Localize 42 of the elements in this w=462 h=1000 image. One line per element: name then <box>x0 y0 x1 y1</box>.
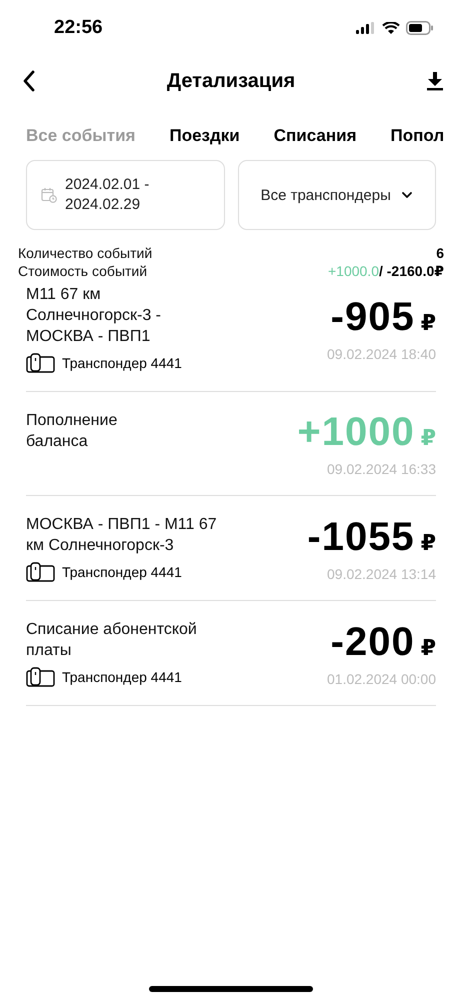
date-range-field[interactable]: 2024.02.01 - 2024.02.29 <box>26 160 224 230</box>
event-datetime: 01.02.2024 00:00 <box>327 670 436 686</box>
income-total: +1000.0 <box>328 262 379 280</box>
summary-label: Количество событий <box>18 244 154 262</box>
event-title: Списание абонентской платы <box>26 620 197 661</box>
transponder-dropdown[interactable]: Все транспондеры <box>238 160 436 230</box>
tab[interactable]: Поездки <box>169 126 240 146</box>
download-button[interactable] <box>424 69 446 93</box>
calendar-icon <box>41 187 57 203</box>
event-title: Пополнение баланса <box>26 411 118 452</box>
transponder-icon <box>26 667 56 687</box>
event-title: М11 67 км Солнечногорск-3 - МОСКВА - ПВП1 <box>26 285 162 347</box>
wifi-icon <box>382 22 400 34</box>
tab[interactable]: Списания <box>274 126 356 146</box>
summary-label: Стоимость событий <box>18 262 148 280</box>
download-icon <box>426 71 444 91</box>
battery-icon <box>406 21 434 35</box>
currency-sign: ₽ <box>420 530 436 556</box>
chevron-down-icon <box>400 191 413 199</box>
tab[interactable]: Попол <box>390 126 444 146</box>
transponder-icon <box>26 353 56 373</box>
back-icon <box>22 70 36 92</box>
event-datetime: 09.02.2024 18:40 <box>327 346 436 362</box>
currency-sign: ₽ <box>420 425 436 451</box>
transponder-icon <box>26 562 56 582</box>
event-datetime: 09.02.2024 16:33 <box>327 461 436 477</box>
event-amount: -1055 <box>307 514 415 560</box>
event-amount: +1000 <box>297 410 415 455</box>
transponder-label: Транспондер 4441 <box>62 564 182 580</box>
event-datetime: 09.02.2024 13:14 <box>327 566 436 582</box>
transponder-label: Транспондер 4441 <box>62 355 182 371</box>
transponder-label: Транспондер 4441 <box>62 669 182 685</box>
event-amount: -200 <box>330 620 415 664</box>
event-count: 6 <box>435 244 444 262</box>
event-amount: -905 <box>330 295 415 340</box>
page-title: Детализация <box>166 70 296 92</box>
signal-icon <box>356 22 376 34</box>
status-time: 22:56 <box>54 17 103 39</box>
currency-sign: ₽ <box>420 634 436 660</box>
expense-total: / -2160.0₽ <box>378 262 444 280</box>
event-title: МОСКВА - ПВП1 - М11 67 км Солнечногорск-3 <box>26 515 217 556</box>
currency-sign: ₽ <box>420 310 436 336</box>
